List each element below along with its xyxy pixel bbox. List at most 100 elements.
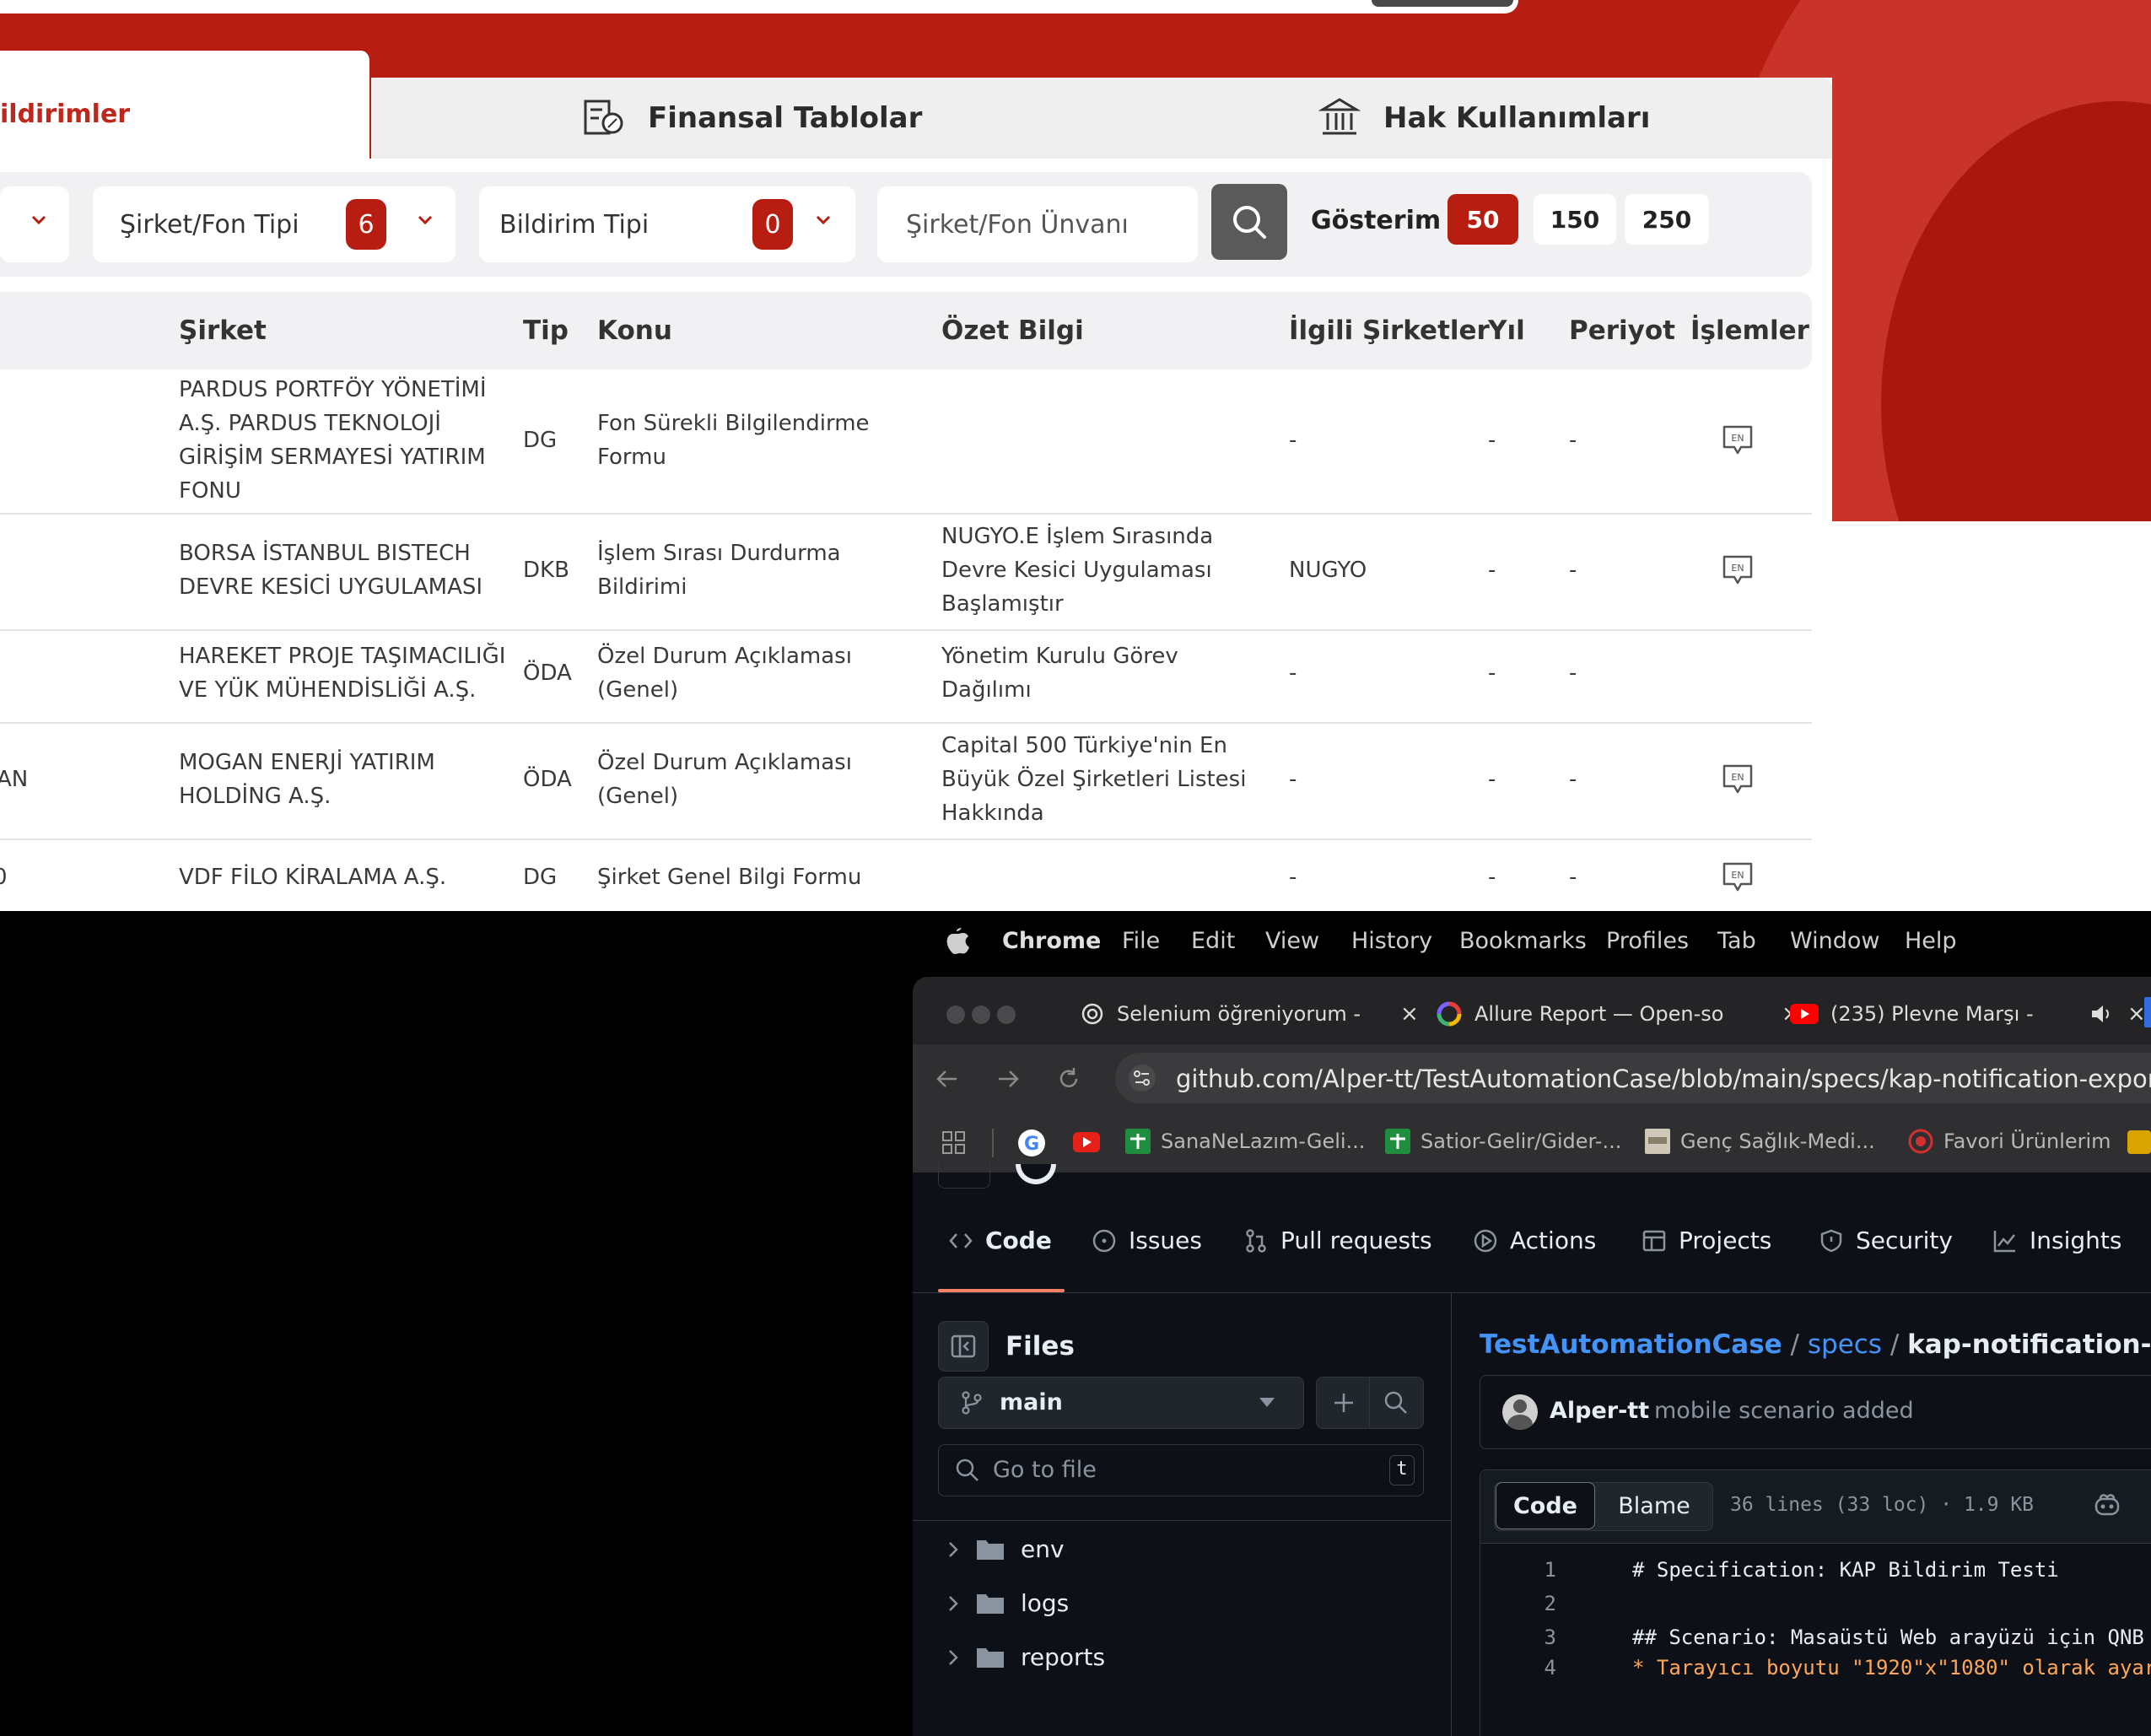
- copilot-icon[interactable]: [2093, 1492, 2121, 1518]
- tab-issues[interactable]: Issues: [1092, 1227, 1202, 1254]
- menu-history[interactable]: History: [1351, 928, 1432, 954]
- table-row[interactable]: 0 VDF FİLO KİRALAMA A.Ş. DG Şirket Genel…: [0, 840, 1812, 911]
- breadcrumb-folder-link[interactable]: specs: [1808, 1329, 1882, 1360]
- bookmark-item[interactable]: SanaNeLazım-Geli...: [1125, 1129, 1365, 1154]
- english-translation-icon[interactable]: EN: [1721, 860, 1755, 894]
- avatar[interactable]: [1502, 1394, 1538, 1430]
- bildirim-tipi-dropdown[interactable]: Bildirim Tipi 0: [479, 186, 855, 262]
- browser-tab[interactable]: Selenium öğreniyorum - ×: [1080, 987, 1451, 1041]
- english-translation-icon[interactable]: EN: [1721, 553, 1755, 587]
- cell-text-line: HAREKET PROJE TAŞIMACILIĞI: [179, 644, 506, 669]
- cell-konu: Şirket Genel Bilgi Formu: [597, 860, 861, 894]
- tree-folder-logs[interactable]: logs: [946, 1589, 1069, 1617]
- back-icon[interactable]: [935, 1066, 960, 1092]
- forward-icon[interactable]: [995, 1066, 1021, 1092]
- search-icon[interactable]: [1383, 1389, 1410, 1416]
- apps-grid-icon[interactable]: [941, 1130, 967, 1156]
- table-row[interactable]: PARDUS PORTFÖY YÖNETİMİ A.Ş. PARDUS TEKN…: [0, 371, 1812, 515]
- menu-edit[interactable]: Edit: [1191, 928, 1235, 954]
- menu-view[interactable]: View: [1265, 928, 1319, 954]
- english-translation-icon[interactable]: EN: [1721, 423, 1755, 457]
- code-view-button[interactable]: Code: [1496, 1482, 1595, 1529]
- tree-folder-reports[interactable]: reports: [946, 1643, 1105, 1671]
- window-minimize-button[interactable]: [972, 1005, 990, 1024]
- bookmark-item[interactable]: Genç Sağlık-Medi...: [1645, 1129, 1875, 1154]
- breadcrumb-separator: /: [1790, 1329, 1799, 1360]
- sirket-fon-tipi-dropdown[interactable]: Şirket/Fon Tipi 6: [93, 186, 456, 262]
- youtube-icon[interactable]: [1073, 1132, 1100, 1152]
- page-size-50[interactable]: 50: [1447, 194, 1518, 245]
- commit-message[interactable]: mobile scenario added: [1654, 1398, 1914, 1424]
- page-size-150[interactable]: 150: [1534, 194, 1616, 245]
- breadcrumb-repo-link[interactable]: TestAutomationCase: [1480, 1329, 1782, 1360]
- tab-finansal-tablolar[interactable]: Finansal Tablolar: [582, 78, 922, 159]
- menu-button-partial[interactable]: [938, 1161, 990, 1189]
- branch-selector[interactable]: main: [938, 1377, 1304, 1429]
- menu-chrome[interactable]: Chrome: [1002, 928, 1101, 954]
- apple-icon[interactable]: [945, 926, 970, 955]
- reload-icon[interactable]: [1056, 1066, 1081, 1092]
- tab-pull-requests[interactable]: Pull requests: [1243, 1227, 1432, 1254]
- filter-dropdown-partial[interactable]: [0, 186, 69, 262]
- bookmark-favicon-partial[interactable]: [2127, 1130, 2151, 1154]
- english-translation-icon[interactable]: EN: [1721, 763, 1755, 796]
- bookmark-item[interactable]: Satior-Gelir/Gider-...: [1385, 1129, 1621, 1154]
- menu-file[interactable]: File: [1122, 928, 1160, 954]
- table-row[interactable]: AN MOGAN ENERJİ YATIRIM HOLDİNG A.Ş. ÖDA…: [0, 724, 1812, 840]
- menu-help[interactable]: Help: [1905, 928, 1957, 954]
- blame-view-button[interactable]: Blame: [1598, 1482, 1710, 1529]
- github-logo-icon[interactable]: [1011, 1164, 1061, 1189]
- cell-text-line: Bildirimi: [597, 574, 687, 600]
- cell-tip: DG: [523, 428, 558, 453]
- plus-icon[interactable]: [1330, 1389, 1357, 1416]
- go-to-file-input[interactable]: Go to file t: [938, 1444, 1424, 1496]
- speaker-icon[interactable]: [2090, 1003, 2114, 1025]
- kap-page: ildirimler Finansal Tablolar Hak Kullanı…: [0, 0, 2151, 911]
- site-settings-icon[interactable]: [1127, 1065, 1157, 1092]
- bookmark-item[interactable]: Favori Ürünlerim: [1908, 1129, 2111, 1154]
- menu-profiles[interactable]: Profiles: [1606, 928, 1689, 954]
- address-bar[interactable]: github.com/Alper-tt/TestAutomationCase/b…: [1115, 1053, 2151, 1103]
- kap-search-bar-button[interactable]: [1372, 0, 1513, 7]
- bookmark-label: Genç Sağlık-Medi...: [1680, 1129, 1875, 1153]
- browser-tab[interactable]: (235) Plevne Marşı - ×: [1790, 987, 2151, 1041]
- tab-actions[interactable]: Actions: [1473, 1227, 1596, 1254]
- cell-yil: -: [1488, 558, 1496, 583]
- tab-code[interactable]: Code: [948, 1227, 1052, 1254]
- menu-window[interactable]: Window: [1790, 928, 1879, 954]
- cell-text-line: Büyük Özel Şirketleri Listesi: [941, 767, 1247, 792]
- tab-bildirimler[interactable]: ildirimler: [0, 51, 371, 159]
- page-size-250[interactable]: 250: [1625, 194, 1709, 245]
- table-row[interactable]: - HAREKET PROJE TAŞIMACILIĞI VE YÜK MÜHE…: [0, 631, 1812, 724]
- window-zoom-button[interactable]: [997, 1005, 1016, 1024]
- sheets-icon: [1125, 1129, 1151, 1154]
- table-row[interactable]: BORSA İSTANBUL BISTECH DEVRE KESİCİ UYGU…: [0, 515, 1812, 631]
- collapse-sidebar-button[interactable]: [938, 1321, 989, 1372]
- window-close-button[interactable]: [946, 1005, 965, 1024]
- sirket-fon-unvani-input[interactable]: Şirket/Fon Ünvanı: [877, 186, 1198, 262]
- menu-bookmarks[interactable]: Bookmarks: [1459, 928, 1587, 954]
- cell-yil: -: [1488, 428, 1496, 453]
- close-icon[interactable]: ×: [2127, 1001, 2146, 1027]
- tab-label: Issues: [1129, 1227, 1202, 1254]
- shield-icon: [1820, 1229, 1842, 1252]
- en-label: EN: [1731, 870, 1744, 881]
- tab-security[interactable]: Security: [1819, 1227, 1953, 1254]
- cell-text-line: Hakkında: [941, 801, 1044, 826]
- cell-text-line: Özel Durum Açıklaması: [597, 644, 852, 669]
- tab-insights[interactable]: Insights: [1992, 1227, 2121, 1254]
- browser-tab[interactable]: Allure Report — Open-so ×: [1436, 987, 1815, 1041]
- menu-tab[interactable]: Tab: [1717, 928, 1756, 954]
- tab-hak-kullanimlari[interactable]: Hak Kullanımları: [1318, 78, 1650, 159]
- search-button[interactable]: [1211, 184, 1287, 260]
- google-icon[interactable]: G: [1017, 1129, 1046, 1157]
- divider: [992, 1129, 994, 1157]
- cell-text-line: Dağılımı: [941, 677, 1032, 703]
- tab-label: Security: [1856, 1227, 1953, 1254]
- cell-text-line: Başlamıştır: [941, 591, 1064, 617]
- tree-folder-env[interactable]: env: [946, 1535, 1065, 1563]
- tab-projects[interactable]: Projects: [1642, 1227, 1771, 1254]
- commit-author[interactable]: Alper-tt: [1550, 1398, 1649, 1424]
- cell-text-line: PARDUS PORTFÖY YÖNETİMİ: [179, 377, 487, 402]
- close-icon[interactable]: ×: [1400, 1001, 1419, 1027]
